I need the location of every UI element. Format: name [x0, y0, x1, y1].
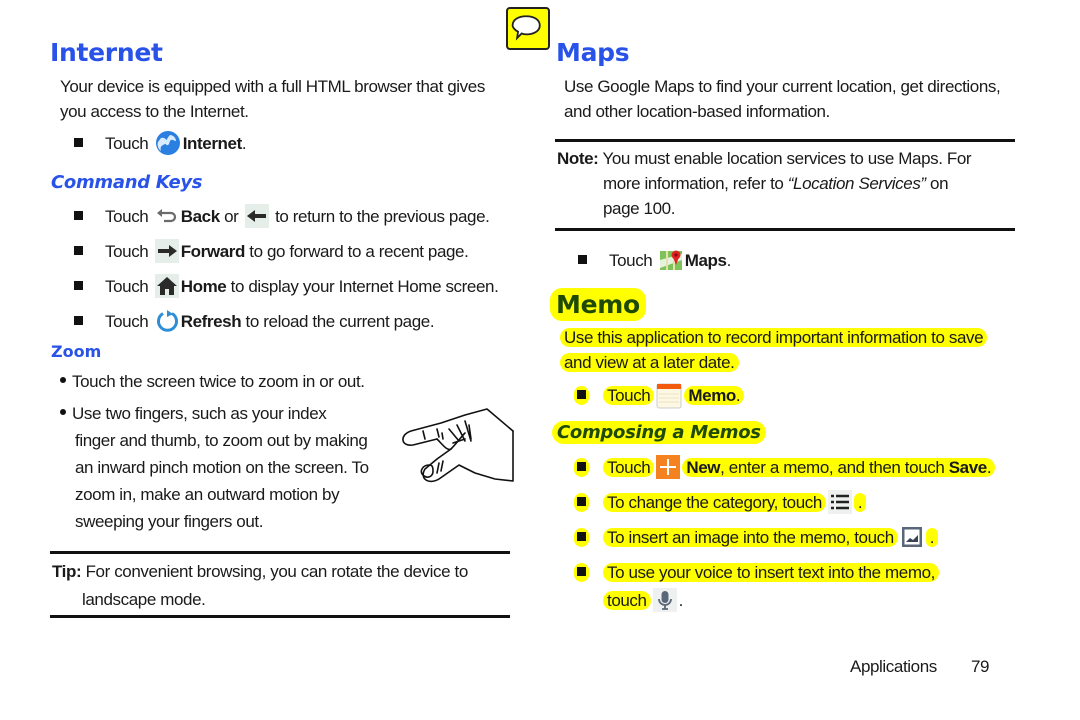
bullet-square — [577, 567, 586, 577]
tip-box: Tip: For convenient browsing, you can ro… — [52, 562, 468, 609]
home-icon — [154, 273, 179, 298]
maps-intro: Use Google Maps to find your current loc… — [564, 77, 1001, 121]
zoom-heading: Zoom — [51, 342, 102, 361]
pinch-hand-icon — [402, 408, 514, 483]
tip-top-rule — [50, 551, 510, 554]
internet-touch-step: Touch Internet. — [74, 130, 247, 158]
composing-item-image: To insert an image into the memo, touch. — [574, 525, 939, 551]
category-list-icon — [827, 489, 852, 514]
pinch-hand-illustration — [395, 403, 515, 485]
bullet-square — [74, 246, 83, 256]
composing-memos-heading: Composing a Memos — [552, 421, 766, 444]
bullet-dot — [60, 376, 66, 383]
speech-bubble-icon — [511, 15, 541, 41]
internet-heading: Internet — [50, 38, 163, 67]
memo-heading: Memo — [550, 288, 646, 321]
note-box: Note: You must enable location services … — [557, 149, 972, 218]
command-keys-heading: Command Keys — [51, 172, 203, 193]
internet-intro: Your device is equipped with a full HTML… — [60, 77, 485, 121]
bullet-square — [577, 497, 586, 507]
back-arrow-icon — [244, 203, 269, 228]
zoom-bullet-1: Touch the screen twice to zoom in or out… — [60, 369, 365, 394]
bullet-square — [577, 532, 586, 542]
microphone-icon — [652, 587, 677, 612]
command-item-back: Touch Back or to return to the previous … — [74, 203, 490, 230]
note-top-rule — [555, 139, 1015, 142]
comment-annotation-icon[interactable] — [506, 7, 550, 50]
command-item-home: Touch Home to display your Internet Home… — [74, 273, 499, 300]
bullet-square — [74, 316, 83, 326]
insert-image-icon — [900, 525, 924, 549]
memo-intro: Use this application to record important… — [560, 325, 988, 375]
maps-heading: Maps — [556, 38, 630, 67]
refresh-icon — [155, 309, 179, 333]
maps-touch-step: Touch Maps. — [578, 248, 731, 274]
tip-label: Tip: — [52, 562, 82, 581]
tip-bottom-rule — [50, 615, 510, 618]
maps-app-icon — [659, 248, 683, 272]
footer-section-name: Applications — [850, 657, 937, 676]
command-item-refresh: Touch Refresh to reload the current page… — [74, 309, 435, 335]
note-label: Note: — [557, 149, 599, 168]
location-services-reference[interactable]: “Location Services” — [788, 174, 926, 193]
bullet-dot — [60, 408, 66, 415]
bullet-square — [577, 462, 586, 472]
memo-touch-step: Touch Memo. — [574, 383, 745, 410]
bullet-square — [577, 390, 586, 400]
globe-icon — [155, 130, 181, 156]
bullet-square — [578, 255, 587, 265]
page-number: 79 — [971, 657, 990, 676]
memo-app-icon — [656, 383, 682, 409]
bullet-square — [74, 211, 83, 221]
composing-item-category: To change the category, touch. — [574, 489, 867, 516]
zoom-bullet-2: Use two fingers, such as your index fing… — [60, 401, 369, 534]
note-bottom-rule — [555, 228, 1015, 231]
bullet-square — [74, 138, 83, 148]
forward-arrow-icon — [154, 238, 179, 263]
bullet-square — [74, 281, 83, 291]
new-plus-icon — [656, 454, 681, 479]
back-curved-icon — [155, 204, 179, 228]
composing-item-voice: To use your voice to insert text into th… — [574, 560, 939, 614]
command-item-forward: Touch Forward to go forward to a recent … — [74, 238, 469, 265]
composing-item-new: Touch New, enter a memo, and then touch S… — [574, 454, 996, 481]
